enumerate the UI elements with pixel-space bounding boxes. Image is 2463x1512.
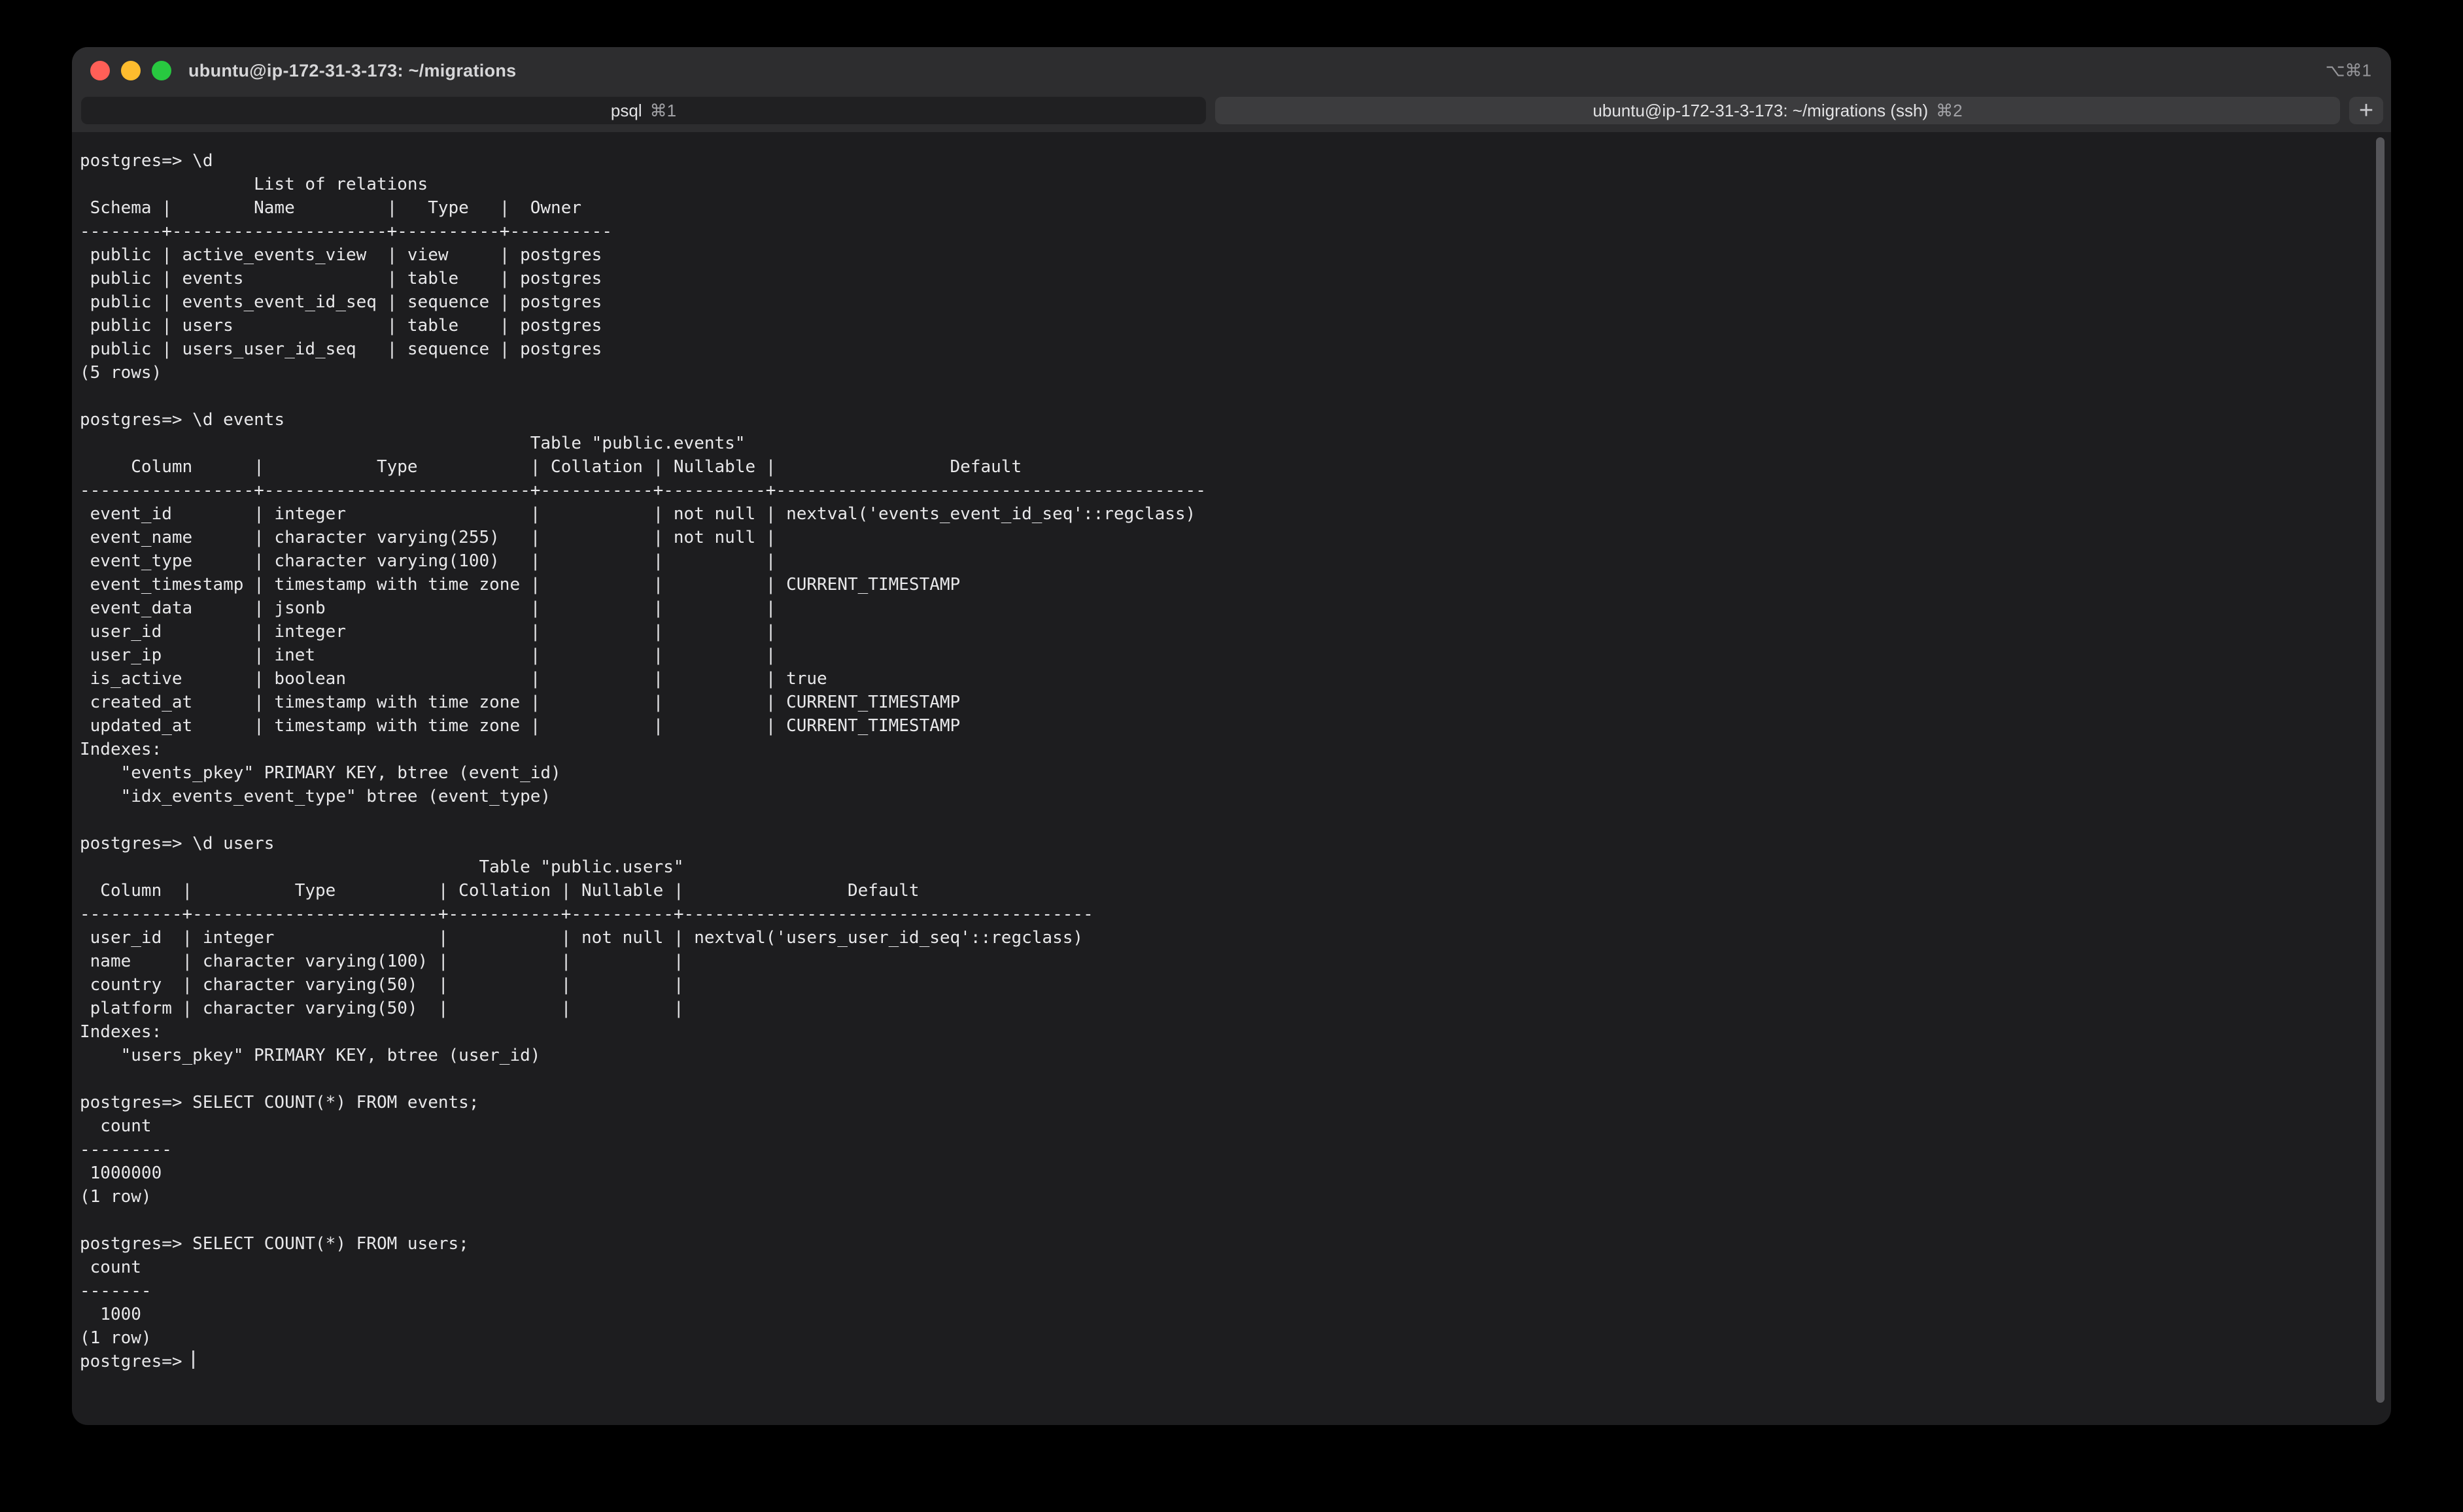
terminal-window: ubuntu@ip-172-31-3-173: ~/migrations ⌥⌘1… (72, 47, 2391, 1425)
tab-shortcut: ⌘2 (1936, 101, 1962, 121)
window-title: ubuntu@ip-172-31-3-173: ~/migrations (188, 61, 516, 81)
prompt-line: postgres=> (80, 1350, 2365, 1373)
terminal-content-area[interactable]: postgres=> \d List of relations Schema |… (72, 132, 2391, 1425)
tab-label: psql (611, 101, 642, 121)
desktop-background: { "window": { "title": "ubuntu@ip-172-31… (0, 0, 2463, 1512)
tab-ssh-session[interactable]: ubuntu@ip-172-31-3-173: ~/migrations (ss… (1215, 97, 2340, 124)
close-window-button[interactable] (90, 61, 110, 80)
scrollbar-thumb[interactable] (2376, 137, 2385, 1403)
new-tab-button[interactable]: + (2349, 97, 2383, 124)
traffic-lights (90, 61, 171, 80)
tab-bar: psql ⌘1 ubuntu@ip-172-31-3-173: ~/migrat… (72, 94, 2391, 132)
tab-psql[interactable]: psql ⌘1 (81, 97, 1206, 124)
minimize-window-button[interactable] (121, 61, 141, 80)
prompt-text: postgres=> (80, 1352, 192, 1371)
tab-shortcut: ⌘1 (650, 101, 676, 121)
window-titlebar[interactable]: ubuntu@ip-172-31-3-173: ~/migrations ⌥⌘1 (72, 47, 2391, 94)
zoom-window-button[interactable] (152, 61, 171, 80)
terminal-output: postgres=> \d List of relations Schema |… (80, 149, 2365, 1350)
tab-label: ubuntu@ip-172-31-3-173: ~/migrations (ss… (1593, 101, 1928, 121)
window-shortcut-hint: ⌥⌘1 (2326, 61, 2371, 81)
text-cursor (192, 1350, 194, 1369)
